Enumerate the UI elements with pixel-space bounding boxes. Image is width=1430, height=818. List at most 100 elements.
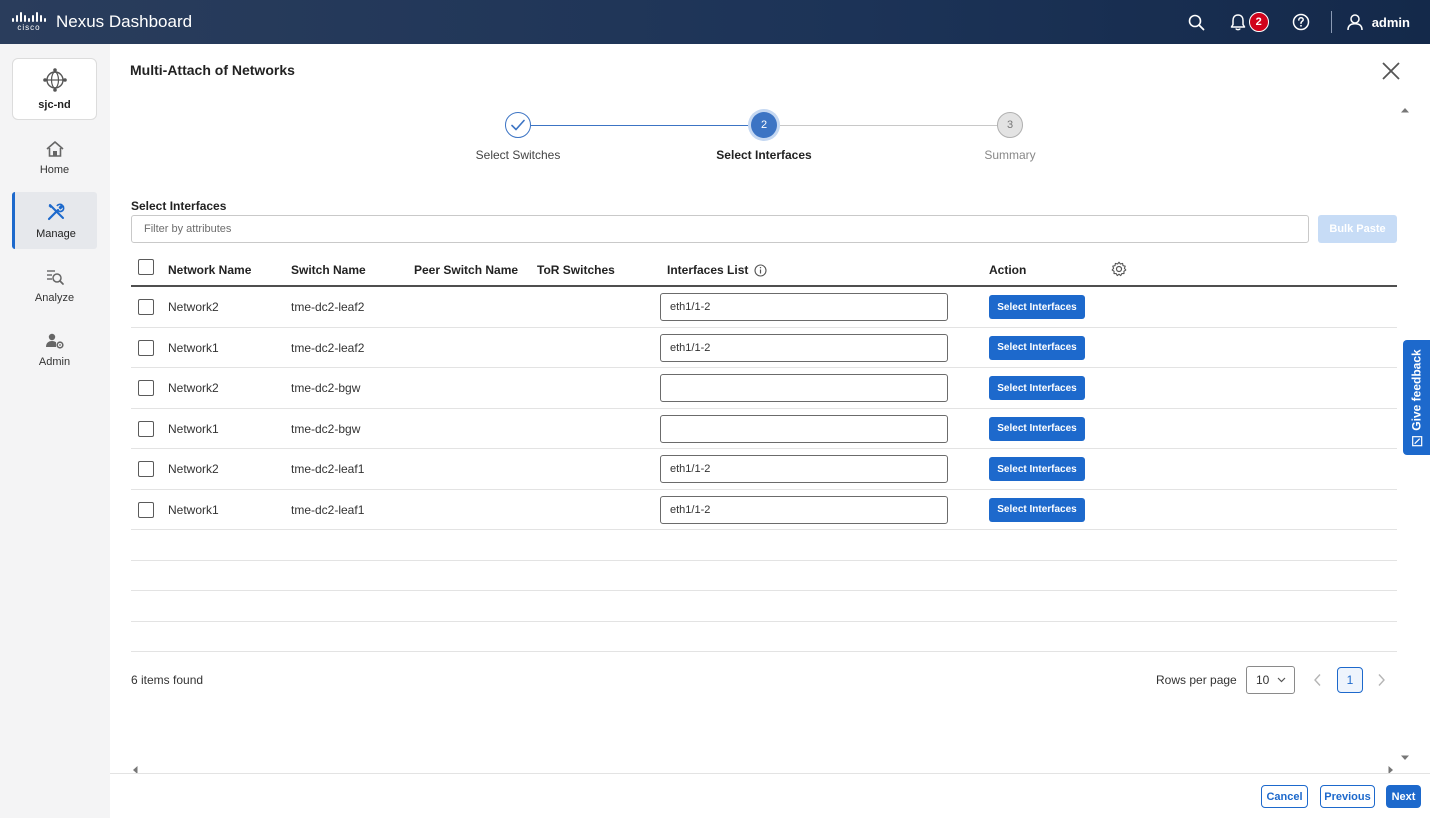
sidebar-item-label: Admin bbox=[38, 356, 71, 368]
table-row: Network2 tme-dc2-leaf1 Select Interfaces bbox=[131, 449, 1397, 490]
admin-icon bbox=[45, 333, 64, 349]
rows-per-page-label: Rows per page bbox=[1156, 673, 1237, 687]
column-header-network-name[interactable]: Network Name bbox=[168, 263, 251, 277]
switch-name-cell: tme-dc2-bgw bbox=[291, 381, 361, 395]
notifications-button[interactable]: 2 bbox=[1229, 12, 1269, 32]
empty-row bbox=[131, 561, 1397, 591]
switch-name-cell: tme-dc2-leaf2 bbox=[291, 300, 365, 314]
sidebar: sjc-nd Home Manage Analyze Admin bbox=[0, 44, 110, 818]
interfaces-table: Network Name Switch Name Peer Switch Nam… bbox=[131, 252, 1397, 652]
switch-name-cell: tme-dc2-leaf1 bbox=[291, 502, 365, 517]
previous-page-icon[interactable] bbox=[1310, 672, 1326, 688]
site-globe-icon bbox=[42, 68, 67, 92]
interfaces-input[interactable] bbox=[660, 374, 948, 402]
page-number-button[interactable]: 1 bbox=[1337, 667, 1363, 693]
interfaces-input[interactable] bbox=[660, 455, 948, 483]
cancel-button[interactable]: Cancel bbox=[1261, 785, 1308, 808]
row-checkbox[interactable] bbox=[138, 420, 154, 437]
top-bar: cisco Nexus Dashboard 2 admin bbox=[0, 0, 1430, 44]
row-checkbox[interactable] bbox=[138, 380, 154, 396]
close-icon[interactable] bbox=[1380, 60, 1402, 82]
step-2-indicator: 2 bbox=[751, 112, 777, 138]
bulk-paste-button[interactable]: Bulk Paste bbox=[1318, 215, 1397, 243]
table-row: Network1 tme-dc2-leaf1 Select Interfaces bbox=[131, 490, 1397, 530]
step-3-indicator: 3 bbox=[997, 112, 1023, 138]
row-checkbox[interactable] bbox=[138, 339, 154, 356]
info-icon[interactable] bbox=[754, 263, 767, 277]
site-label: sjc-nd bbox=[38, 99, 71, 111]
network-name-cell: Network1 bbox=[168, 340, 219, 355]
switch-name-cell: tme-dc2-leaf1 bbox=[291, 462, 365, 476]
filter-input[interactable] bbox=[131, 215, 1309, 243]
gear-icon[interactable] bbox=[1111, 261, 1127, 277]
empty-row bbox=[131, 622, 1397, 652]
analyze-icon bbox=[46, 270, 64, 285]
row-checkbox[interactable] bbox=[138, 461, 154, 477]
feedback-icon bbox=[1411, 435, 1422, 446]
cisco-wordmark: cisco bbox=[17, 23, 41, 32]
brand[interactable]: cisco Nexus Dashboard bbox=[12, 12, 192, 32]
interfaces-input[interactable] bbox=[660, 495, 948, 524]
row-checkbox[interactable] bbox=[138, 299, 154, 315]
sidebar-item-home[interactable]: Home bbox=[12, 130, 97, 186]
column-header-label: Interfaces List bbox=[667, 263, 749, 277]
table-row: Network1 tme-dc2-leaf2 Select Interfaces bbox=[131, 328, 1397, 368]
select-interfaces-button[interactable]: Select Interfaces bbox=[989, 497, 1085, 522]
section-label: Select Interfaces bbox=[131, 199, 227, 213]
sidebar-item-manage[interactable]: Manage bbox=[12, 192, 97, 249]
step-1-label: Select Switches bbox=[475, 148, 561, 162]
next-button[interactable]: Next bbox=[1386, 785, 1421, 808]
scroll-down-icon[interactable] bbox=[1400, 748, 1410, 766]
site-selector[interactable]: sjc-nd bbox=[12, 58, 97, 120]
header-divider bbox=[1330, 11, 1332, 33]
select-interfaces-button[interactable]: Select Interfaces bbox=[989, 376, 1085, 400]
column-header-tor-switches[interactable]: ToR Switches bbox=[537, 263, 615, 277]
table-row: Network2 tme-dc2-leaf2 Select Interfaces bbox=[131, 287, 1397, 328]
cisco-logo-icon: cisco bbox=[12, 12, 46, 32]
sidebar-item-admin[interactable]: Admin bbox=[12, 322, 97, 378]
column-header-action: Action bbox=[989, 263, 1027, 277]
empty-row bbox=[131, 591, 1397, 622]
main-content: Multi-Attach of Networks Select Switches… bbox=[110, 44, 1430, 774]
empty-row bbox=[131, 530, 1397, 561]
wizard-stepper: Select Switches 2 Select Interfaces 3 Su… bbox=[110, 108, 1430, 168]
rows-per-page-value: 10 bbox=[1256, 673, 1270, 687]
select-interfaces-button[interactable]: Select Interfaces bbox=[989, 416, 1085, 441]
rows-per-page-select[interactable]: 10 bbox=[1246, 666, 1295, 694]
interfaces-input[interactable] bbox=[660, 293, 948, 321]
next-page-icon[interactable] bbox=[1373, 672, 1389, 688]
checkmark-icon bbox=[511, 119, 525, 131]
switch-name-cell: tme-dc2-bgw bbox=[291, 421, 361, 436]
scroll-up-icon[interactable] bbox=[1400, 100, 1410, 118]
column-header-interfaces-list[interactable]: Interfaces List bbox=[667, 263, 767, 277]
items-found: 6 items found bbox=[131, 673, 204, 687]
help-icon[interactable] bbox=[1291, 12, 1311, 32]
sidebar-item-label: Manage bbox=[36, 227, 76, 240]
network-name-cell: Network2 bbox=[168, 381, 219, 395]
column-header-switch-name[interactable]: Switch Name bbox=[291, 263, 366, 277]
sidebar-item-label: Analyze bbox=[34, 292, 75, 304]
table-header: Network Name Switch Name Peer Switch Nam… bbox=[131, 252, 1397, 287]
give-feedback-tab[interactable]: Give feedback bbox=[1403, 340, 1430, 455]
user-menu[interactable]: admin bbox=[1346, 13, 1410, 31]
sidebar-item-analyze[interactable]: Analyze bbox=[12, 258, 97, 314]
row-checkbox[interactable] bbox=[138, 501, 154, 518]
interfaces-input[interactable] bbox=[660, 333, 948, 362]
search-icon[interactable] bbox=[1187, 12, 1207, 32]
home-icon bbox=[45, 141, 64, 157]
select-interfaces-button[interactable]: Select Interfaces bbox=[989, 457, 1085, 481]
network-name-cell: Network2 bbox=[168, 300, 219, 314]
select-interfaces-button[interactable]: Select Interfaces bbox=[989, 295, 1085, 319]
previous-button[interactable]: Previous bbox=[1320, 785, 1375, 808]
switch-name-cell: tme-dc2-leaf2 bbox=[291, 340, 365, 355]
user-name: admin bbox=[1371, 14, 1410, 30]
select-interfaces-button[interactable]: Select Interfaces bbox=[989, 335, 1085, 360]
select-all-checkbox[interactable] bbox=[138, 259, 154, 275]
column-header-peer-switch-name[interactable]: Peer Switch Name bbox=[414, 263, 518, 277]
step-1-indicator[interactable] bbox=[505, 112, 531, 138]
sidebar-item-label: Home bbox=[39, 164, 70, 176]
step-connector-upcoming bbox=[778, 125, 997, 126]
network-name-cell: Network2 bbox=[168, 462, 219, 476]
interfaces-input[interactable] bbox=[660, 414, 948, 443]
page-title: Multi-Attach of Networks bbox=[130, 62, 295, 78]
